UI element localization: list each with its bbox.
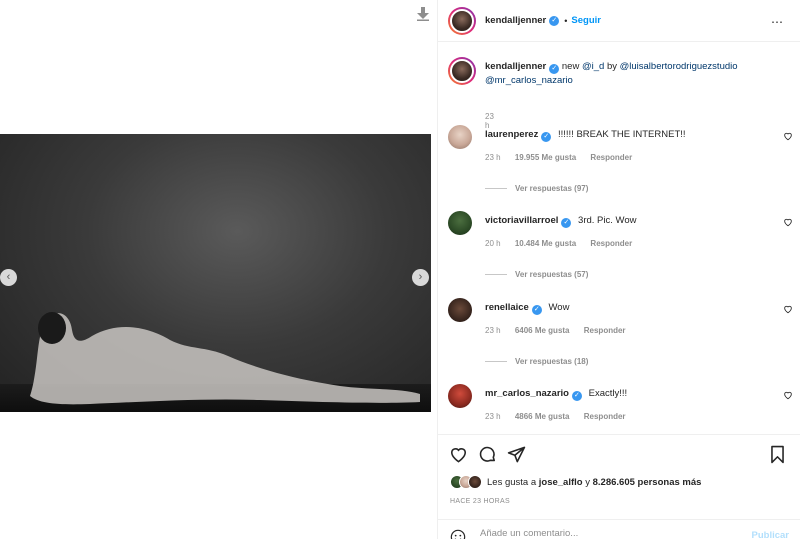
reply-button[interactable]: Responder xyxy=(584,326,626,335)
likes-prefix: Les gusta a xyxy=(487,476,537,488)
emoji-icon[interactable] xyxy=(450,529,466,539)
chevron-left-icon: ‹ xyxy=(6,271,11,283)
post-header: kendalljenner ✓ • Seguir ⋯ xyxy=(438,0,800,42)
heart-icon[interactable] xyxy=(449,445,468,464)
verified-icon: ✓ xyxy=(561,218,572,228)
comment-text: 3rd. Pic. Wow xyxy=(578,215,637,226)
bookmark-icon[interactable] xyxy=(768,445,787,464)
reply-button[interactable]: Responder xyxy=(590,153,632,162)
post-sidebar: kendalljenner ✓ • Seguir ⋯ kendalljenner… xyxy=(437,0,800,539)
heart-icon[interactable] xyxy=(783,390,793,400)
comment-likes[interactable]: 19.955 Me gusta xyxy=(515,153,576,162)
author-avatar[interactable] xyxy=(448,6,476,35)
commenter-username[interactable]: laurenperez xyxy=(485,129,538,140)
verified-icon: ✓ xyxy=(571,391,582,401)
commenter-username[interactable]: victoriavillarroel xyxy=(485,215,558,226)
previous-photo-button[interactable]: ‹ xyxy=(0,269,17,286)
chevron-right-icon: › xyxy=(418,271,423,283)
view-replies-button[interactable]: Ver respuestas (57) xyxy=(485,270,588,279)
caption-username[interactable]: kendalljenner xyxy=(485,61,546,72)
view-replies-label: Ver respuestas (57) xyxy=(515,270,589,279)
comment-meta: 23 h 4866 Me gusta Responder xyxy=(485,412,638,421)
likes-and: y xyxy=(585,476,590,488)
comment-body: laurenperez ✓ !!!!!! BREAK THE INTERNET!! xyxy=(485,129,686,142)
comment-time[interactable]: 23 h xyxy=(485,412,501,421)
post-photo[interactable] xyxy=(0,134,431,412)
post-actions: Les gusta a jose_alflo y 8.286.605 perso… xyxy=(438,434,800,539)
verified-icon: ✓ xyxy=(549,64,560,74)
liker-avatar xyxy=(468,475,482,489)
comments-list[interactable]: kendalljenner ✓ new @i_d by @luisalbertor… xyxy=(438,43,800,433)
likes-summary: Les gusta a jose_alflo y 8.286.605 perso… xyxy=(450,475,701,489)
heart-icon[interactable] xyxy=(783,217,793,227)
share-icon[interactable] xyxy=(507,445,526,464)
media-pane: ‹ › xyxy=(0,0,436,539)
follow-button[interactable]: Seguir xyxy=(571,15,601,26)
publish-button[interactable]: Publicar xyxy=(752,530,790,539)
comment-body: renellaice ✓ Wow xyxy=(485,302,569,315)
comment-body: mr_carlos_nazario ✓ Exactly!!! xyxy=(485,388,627,401)
separator-dot: • xyxy=(564,15,568,26)
liker-username[interactable]: jose_alflo xyxy=(539,477,583,488)
commenter-avatar[interactable] xyxy=(448,211,472,235)
comment-text: Exactly!!! xyxy=(588,388,628,399)
heart-icon[interactable] xyxy=(783,304,793,314)
comment-time[interactable]: 23 h xyxy=(485,326,501,335)
more-options-icon[interactable]: ⋯ xyxy=(771,15,784,29)
comment-likes[interactable]: 4866 Me gusta xyxy=(515,412,570,421)
comment-text: Wow xyxy=(548,302,570,313)
reply-button[interactable]: Responder xyxy=(590,239,632,248)
likes-text: Les gusta a jose_alflo y 8.286.605 perso… xyxy=(487,477,701,488)
view-replies-label: Ver respuestas (97) xyxy=(515,184,589,193)
comment-icon[interactable] xyxy=(478,445,497,464)
comment-likes[interactable]: 6406 Me gusta xyxy=(515,326,570,335)
add-comment-bar: Publicar xyxy=(438,519,800,539)
heart-icon[interactable] xyxy=(783,131,793,141)
caption-mention-link[interactable]: @luisalbertorodriguezstudio xyxy=(620,61,738,72)
verified-icon: ✓ xyxy=(541,132,552,142)
commenter-avatar[interactable] xyxy=(448,384,472,408)
view-replies-label: Ver respuestas (18) xyxy=(515,357,589,366)
comment-input[interactable] xyxy=(480,528,730,539)
comment-text: !!!!!! BREAK THE INTERNET!! xyxy=(557,129,686,140)
view-replies-button[interactable]: Ver respuestas (18) xyxy=(485,357,588,366)
comment-time[interactable]: 20 h xyxy=(485,239,501,248)
commenter-avatar[interactable] xyxy=(448,298,472,322)
verified-icon: ✓ xyxy=(531,305,542,315)
commenter-username[interactable]: renellaice xyxy=(485,302,529,313)
figure-silhouette xyxy=(30,312,420,405)
comment-meta: 20 h 10.484 Me gusta Responder xyxy=(485,239,644,248)
comment-body: victoriavillarroel ✓ 3rd. Pic. Wow xyxy=(485,215,636,228)
view-replies-button[interactable]: Ver respuestas (97) xyxy=(485,184,588,193)
comment-meta: 23 h 19.955 Me gusta Responder xyxy=(485,153,644,162)
caption-mention-link[interactable]: @mr_carlos_nazario xyxy=(485,75,573,86)
post-timestamp[interactable]: HACE 23 HORAS xyxy=(450,498,510,505)
caption-time[interactable]: 23 h xyxy=(485,112,494,130)
comment-time[interactable]: 23 h xyxy=(485,153,501,162)
author-username[interactable]: kendalljenner xyxy=(485,15,546,26)
download-icon[interactable] xyxy=(417,7,429,21)
comment-meta: 23 h 6406 Me gusta Responder xyxy=(485,326,638,335)
next-photo-button[interactable]: › xyxy=(412,269,429,286)
caption-prefix: new xyxy=(561,61,580,72)
verified-icon: ✓ xyxy=(549,15,560,26)
reply-button[interactable]: Responder xyxy=(584,412,626,421)
caption-avatar[interactable] xyxy=(448,57,476,85)
caption-tag-link[interactable]: @i_d xyxy=(582,61,604,72)
commenter-avatar[interactable] xyxy=(448,125,472,149)
commenter-username[interactable]: mr_carlos_nazario xyxy=(485,388,569,399)
caption-by: by xyxy=(606,61,617,72)
caption-text: kendalljenner ✓ new @i_d by @luisalbertor… xyxy=(485,60,785,87)
comment-likes[interactable]: 10.484 Me gusta xyxy=(515,239,576,248)
likes-count[interactable]: 8.286.605 personas más xyxy=(593,477,702,488)
